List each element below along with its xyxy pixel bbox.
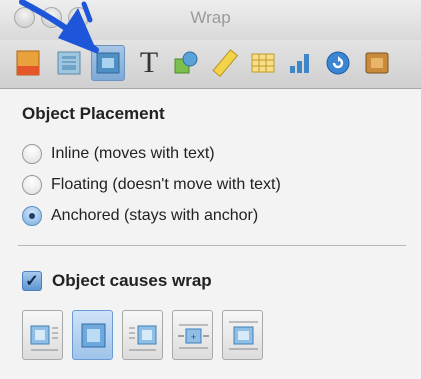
- table-icon: [251, 53, 275, 73]
- tab-layout[interactable]: [52, 45, 86, 81]
- divider: [18, 245, 406, 246]
- wrap-right-button[interactable]: [122, 310, 163, 360]
- text-icon: T: [139, 46, 159, 79]
- radio-label: Inline (moves with text): [51, 145, 215, 162]
- wrap-left-icon: [30, 325, 58, 351]
- tab-table[interactable]: [246, 45, 280, 81]
- object-placement-heading: Object Placement: [22, 104, 165, 123]
- radio-label: Floating (doesn't move with text): [51, 176, 281, 193]
- wrap-icon: [96, 52, 120, 74]
- radio-inline[interactable]: Inline (moves with text): [22, 142, 215, 166]
- wrap-above-below-button[interactable]: [222, 310, 263, 360]
- quicktime-icon: [365, 52, 389, 74]
- wrap-above-below-icon: [229, 321, 258, 350]
- radio-floating[interactable]: Floating (doesn't move with text): [22, 173, 281, 197]
- ruler-icon: [212, 49, 239, 77]
- tab-wrap[interactable]: [91, 45, 125, 81]
- link-icon: [326, 51, 350, 75]
- tab-document[interactable]: [11, 45, 45, 81]
- wrap-left-button[interactable]: [22, 310, 63, 360]
- radio-label: Anchored (stays with anchor): [51, 207, 259, 224]
- radio-anchored[interactable]: Anchored (stays with anchor): [22, 204, 258, 228]
- tab-link[interactable]: [321, 45, 355, 81]
- document-icon: [16, 50, 40, 76]
- tab-metrics[interactable]: [209, 45, 243, 81]
- inspector-toolbar: T: [0, 40, 421, 89]
- window-title: Wrap: [190, 8, 231, 27]
- radio-button[interactable]: [22, 144, 42, 164]
- radio-button[interactable]: [22, 175, 42, 195]
- checkmark-icon: ✓: [25, 273, 39, 290]
- graphic-icon: [174, 51, 198, 74]
- wrap-largest-side-button[interactable]: +: [172, 310, 213, 360]
- wrap-around-button[interactable]: [72, 310, 113, 360]
- object-causes-wrap-checkbox[interactable]: ✓ Object causes wrap: [22, 268, 212, 294]
- tab-quicktime[interactable]: [360, 45, 394, 81]
- chart-icon: [290, 54, 309, 73]
- wrap-largest-side-icon: +: [178, 324, 209, 349]
- radio-button-selected[interactable]: [22, 206, 42, 226]
- wrap-around-icon: [81, 323, 106, 348]
- tab-chart[interactable]: [283, 45, 317, 81]
- svg-text:+: +: [191, 332, 196, 342]
- tab-graphic[interactable]: [169, 45, 203, 81]
- tab-text[interactable]: T: [132, 45, 166, 81]
- checkbox-checked[interactable]: ✓: [22, 271, 42, 291]
- checkbox-label: Object causes wrap: [52, 271, 212, 290]
- layout-icon: [57, 51, 81, 75]
- wrap-right-icon: [129, 325, 157, 351]
- title-bar: Wrap: [0, 0, 421, 40]
